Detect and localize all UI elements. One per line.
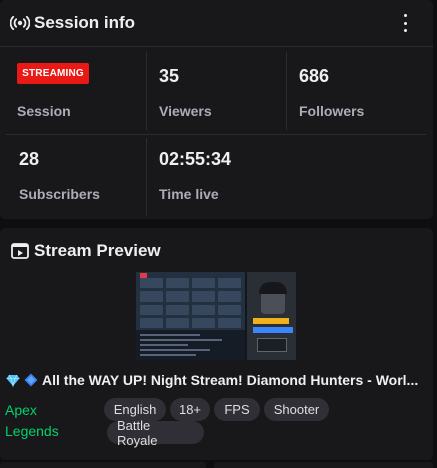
followers-value: 686 bbox=[299, 66, 330, 86]
time-live-value: 02:55:34 bbox=[159, 149, 232, 169]
game-screen-thumbnail bbox=[136, 272, 245, 360]
stream-preview-panel: Stream Preview All the WAY UP! Night Str… bbox=[0, 228, 433, 460]
session-info-title: Session info bbox=[34, 13, 136, 32]
followers-label: Followers bbox=[299, 103, 365, 119]
stream-title: All the WAY UP! Night Stream! Diamond Hu… bbox=[42, 372, 419, 388]
webcam-thumbnail bbox=[247, 272, 296, 360]
broadcast-icon bbox=[10, 13, 30, 33]
session-info-header: Session info bbox=[0, 0, 433, 46]
time-live-label: Time live bbox=[159, 186, 219, 202]
more-options-icon[interactable] bbox=[399, 14, 411, 32]
stream-title-row[interactable]: All the WAY UP! Night Stream! Diamond Hu… bbox=[6, 370, 426, 390]
session-info-panel: Session info STREAMING Session 35 Viewer… bbox=[0, 0, 433, 219]
stream-preview-title: Stream Preview bbox=[34, 241, 161, 260]
column-divider bbox=[146, 52, 147, 130]
streaming-status-badge: STREAMING bbox=[17, 63, 89, 84]
session-label: Session bbox=[17, 103, 71, 119]
viewers-value: 35 bbox=[159, 66, 180, 86]
column-divider bbox=[146, 138, 147, 216]
viewers-label: Viewers bbox=[159, 103, 212, 119]
tag-shooter[interactable]: Shooter bbox=[264, 398, 329, 421]
stream-preview-icon bbox=[10, 241, 30, 261]
row-divider bbox=[6, 134, 426, 135]
tag-fps[interactable]: FPS bbox=[214, 398, 260, 421]
next-panels-edge bbox=[0, 462, 437, 468]
tag-battle-royale[interactable]: Battle Royale bbox=[107, 418, 204, 448]
stream-preview-header: Stream Preview bbox=[0, 228, 433, 274]
column-divider bbox=[286, 52, 287, 130]
header-divider bbox=[0, 46, 433, 47]
subscribers-label: Subscribers bbox=[19, 186, 100, 202]
game-name-link[interactable]: Apex Legends bbox=[5, 400, 85, 442]
diamond-icon bbox=[24, 373, 38, 387]
stream-thumbnail[interactable] bbox=[136, 272, 296, 360]
gem-icon bbox=[6, 374, 20, 387]
subscribers-value: 28 bbox=[19, 149, 40, 169]
